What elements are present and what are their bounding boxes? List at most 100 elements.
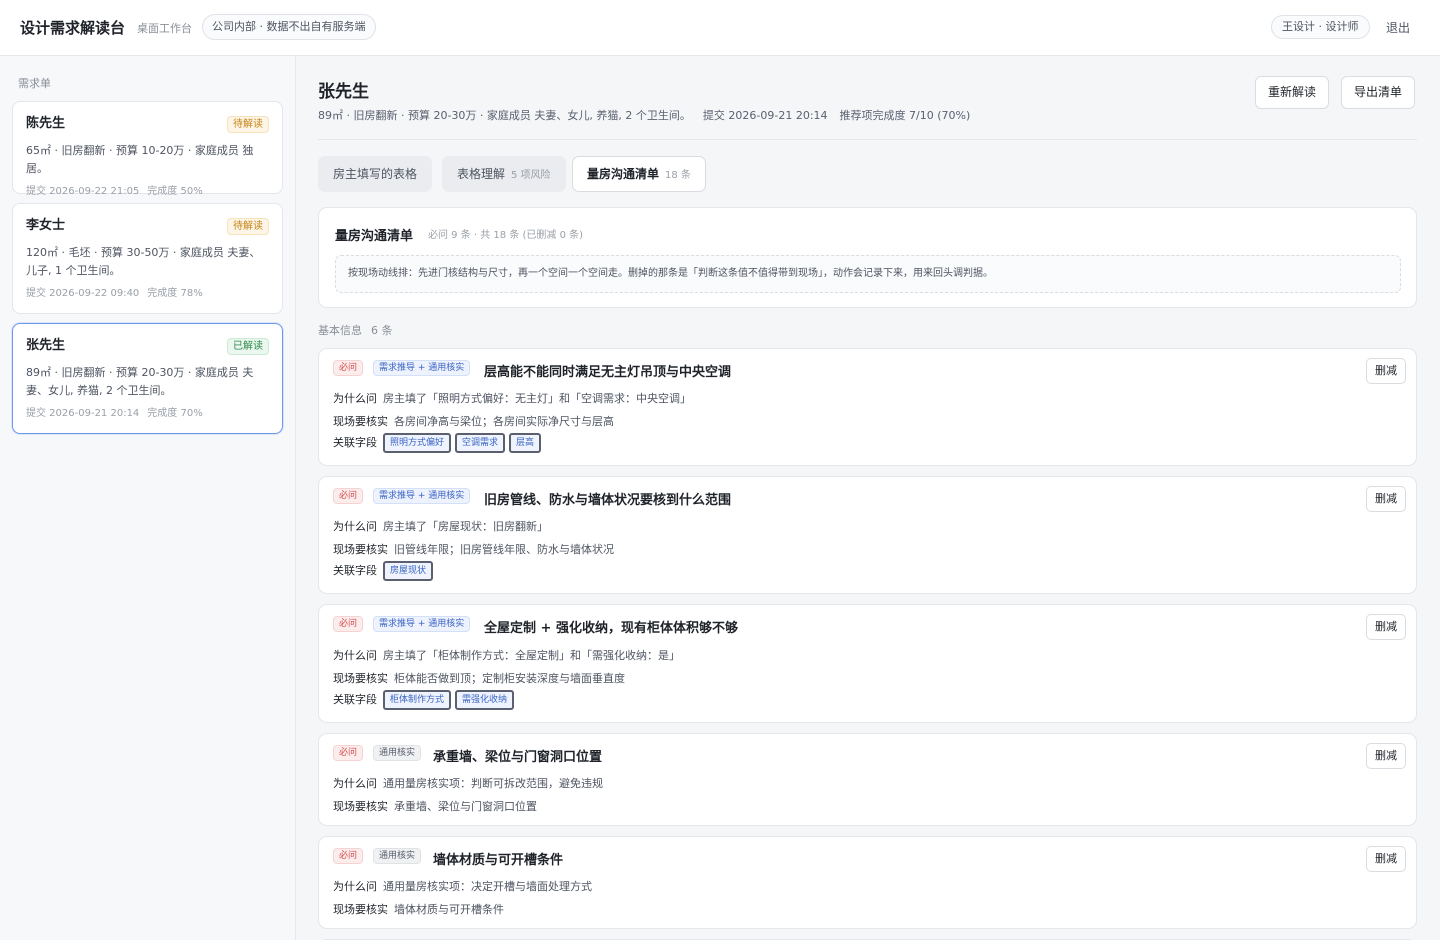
request-card-selected[interactable]: 张先生 已解读 89㎡ · 旧房翻新 · 预算 20-30万 · 家庭成员 夫妻… bbox=[12, 323, 283, 434]
source-badge: 需求推导 + 通用核实 bbox=[373, 488, 471, 504]
checklist-item: 必问 需求推导 + 通用核实 全屋定制 + 强化收纳，现有柜体体积够不够 删减 … bbox=[318, 604, 1417, 723]
verify-label: 现场要核实 bbox=[333, 543, 388, 556]
verify-label: 现场要核实 bbox=[333, 903, 388, 916]
item-verify: 现场要核实 柜体能否做到顶；定制柜安装深度与墙面垂直度 bbox=[333, 670, 625, 686]
verify-text: 各房间净高与梁位；各房间实际净尺寸与层高 bbox=[394, 415, 614, 428]
source-badge: 通用核实 bbox=[373, 848, 422, 864]
delete-button[interactable]: 删减 bbox=[1366, 358, 1406, 384]
divider bbox=[318, 139, 1417, 140]
why-label: 为什么问 bbox=[333, 520, 377, 533]
item-verify: 现场要核实 各房间净高与梁位；各房间实际净尺寸与层高 bbox=[333, 413, 614, 429]
export-button[interactable]: 导出清单 bbox=[1341, 76, 1416, 109]
item-fields: 关联字段 房屋现状 bbox=[333, 561, 437, 581]
checklist-summary: 量房沟通清单 必问 9 条 · 共 18 条 (已删减 0 条) 按现场动线排：… bbox=[318, 207, 1417, 308]
why-text: 通用量房核实项：决定开槽与墙面处理方式 bbox=[383, 880, 592, 893]
request-card-submitted: 提交 2026-09-22 21:05 bbox=[26, 186, 140, 197]
field-chip[interactable]: 层高 bbox=[509, 433, 542, 453]
verify-label: 现场要核实 bbox=[333, 415, 388, 428]
required-badge: 必问 bbox=[333, 616, 364, 632]
why-label: 为什么问 bbox=[333, 392, 377, 405]
item-verify: 现场要核实 承重墙、梁位与门窗洞口位置 bbox=[333, 798, 537, 814]
request-card-desc: 120㎡ · 毛坯 · 预算 30-50万 · 家庭成员 夫妻、儿子, 1 个卫… bbox=[26, 246, 261, 277]
request-card-meta: 提交 2026-09-21 20:14 完成度 70% bbox=[26, 404, 269, 419]
item-fields: 关联字段 照明方式偏好 空调需求 层高 bbox=[333, 433, 545, 453]
item-why: 为什么问 房主填了「柜体制作方式：全屋定制」和「需强化收纳：是」 bbox=[333, 647, 680, 663]
recommend-progress: 推荐项完成度 7/10 (70%) bbox=[839, 109, 971, 122]
logout-link[interactable]: 退出 bbox=[1386, 19, 1410, 36]
app-title: 设计需求解读台 bbox=[20, 19, 126, 37]
item-title: 层高能不能同时满足无主灯吊顶与中央空调 bbox=[484, 365, 732, 380]
why-text: 通用量房核实项：判断可拆改范围，避免违规 bbox=[383, 777, 603, 790]
required-badge: 必问 bbox=[333, 848, 364, 864]
why-text: 房主填了「房屋现状：旧房翻新」 bbox=[383, 520, 548, 533]
request-card-desc: 89㎡ · 旧房翻新 · 预算 20-30万 · 家庭成员 夫妻、女儿, 养猫,… bbox=[26, 366, 254, 397]
delete-button[interactable]: 删减 bbox=[1366, 743, 1406, 769]
request-card[interactable]: 李女士 待解读 120㎡ · 毛坯 · 预算 30-50万 · 家庭成员 夫妻、… bbox=[12, 203, 283, 314]
required-badge: 必问 bbox=[333, 488, 364, 504]
customer-info: 89㎡ · 旧房翻新 · 预算 20-30万 · 家庭成员 夫妻、女儿, 养猫,… bbox=[318, 107, 982, 123]
source-badge: 需求推导 + 通用核实 bbox=[373, 360, 471, 376]
item-verify: 现场要核实 墙体材质与可开槽条件 bbox=[333, 901, 504, 917]
tab-count: 18 条 bbox=[665, 170, 691, 181]
request-card[interactable]: 陈先生 待解读 65㎡ · 旧房翻新 · 预算 10-20万 · 家庭成员 独居… bbox=[12, 101, 283, 197]
sidebar-title: 需求单 bbox=[18, 77, 51, 90]
request-card-submitted: 提交 2026-09-21 20:14 bbox=[26, 408, 140, 419]
request-card-completion: 完成度 70% bbox=[147, 408, 203, 419]
item-verify: 现场要核实 旧管线年限；旧房管线年限、防水与墙体状况 bbox=[333, 541, 614, 557]
field-chip[interactable]: 柜体制作方式 bbox=[383, 690, 452, 710]
submitted-time: 提交 2026-09-21 20:14 bbox=[702, 109, 828, 122]
delete-button[interactable]: 删减 bbox=[1366, 486, 1406, 512]
checklist-item: 必问 需求推导 + 通用核实 旧房管线、防水与墙体状况要核到什么范围 删减 为什… bbox=[318, 476, 1417, 594]
verify-label: 现场要核实 bbox=[333, 800, 388, 813]
request-card-completion: 完成度 78% bbox=[147, 288, 203, 299]
tab-label: 房主填写的表格 bbox=[333, 167, 418, 181]
status-badge: 待解读 bbox=[227, 116, 269, 133]
reanalyze-button[interactable]: 重新解读 bbox=[1255, 76, 1330, 109]
request-card-desc: 65㎡ · 旧房翻新 · 预算 10-20万 · 家庭成员 独居。 bbox=[26, 144, 254, 175]
tab-count: 5 项风险 bbox=[511, 170, 551, 181]
why-label: 为什么问 bbox=[333, 649, 377, 662]
field-chip[interactable]: 需强化收纳 bbox=[455, 690, 515, 710]
section-header: 基本信息 6 条 bbox=[318, 322, 393, 338]
tab-label: 量房沟通清单 bbox=[587, 167, 660, 181]
checklist-item: 必问 通用核实 墙体材质与可开槽条件 删减 为什么问 通用量房核实项：决定开槽与墙… bbox=[318, 836, 1417, 929]
status-badge: 待解读 bbox=[227, 218, 269, 235]
item-why: 为什么问 房主填了「房屋现状：旧房翻新」 bbox=[333, 518, 548, 534]
tab-label: 表格理解 bbox=[457, 167, 506, 181]
item-title: 承重墙、梁位与门窗洞口位置 bbox=[433, 750, 603, 765]
fields-label: 关联字段 bbox=[333, 436, 377, 449]
required-badge: 必问 bbox=[333, 360, 364, 376]
request-card-completion: 完成度 50% bbox=[147, 186, 203, 197]
request-card-submitted: 提交 2026-09-22 09:40 bbox=[26, 288, 140, 299]
section-count: 6 条 bbox=[371, 324, 393, 337]
field-chip[interactable]: 空调需求 bbox=[455, 433, 506, 453]
fields-label: 关联字段 bbox=[333, 564, 377, 577]
why-label: 为什么问 bbox=[333, 880, 377, 893]
field-chip[interactable]: 房屋现状 bbox=[383, 561, 434, 581]
why-text: 房主填了「照明方式偏好：无主灯」和「空调需求：中央空调」 bbox=[383, 392, 691, 405]
tab-understanding[interactable]: 表格理解 5 项风险 bbox=[442, 156, 566, 192]
customer-summary: 89㎡ · 旧房翻新 · 预算 20-30万 · 家庭成员 夫妻、女儿, 养猫,… bbox=[318, 109, 691, 122]
delete-button[interactable]: 删减 bbox=[1366, 614, 1406, 640]
main-panel: 张先生 89㎡ · 旧房翻新 · 预算 20-30万 · 家庭成员 夫妻、女儿,… bbox=[296, 56, 1440, 940]
source-badge: 需求推导 + 通用核实 bbox=[373, 616, 471, 632]
user-badge[interactable]: 王设计 · 设计师 bbox=[1271, 15, 1370, 39]
verify-label: 现场要核实 bbox=[333, 672, 388, 685]
item-title: 全屋定制 + 强化收纳，现有柜体体积够不够 bbox=[484, 621, 738, 636]
source-badge: 通用核实 bbox=[373, 745, 422, 761]
field-chip[interactable]: 照明方式偏好 bbox=[383, 433, 452, 453]
env-badge: 公司内部 · 数据不出自有服务端 bbox=[202, 14, 376, 40]
request-card-meta: 提交 2026-09-22 09:40 完成度 78% bbox=[26, 284, 269, 299]
verify-text: 柜体能否做到顶；定制柜安装深度与墙面垂直度 bbox=[394, 672, 625, 685]
summary-note: 按现场动线排：先进门核结构与尺寸，再一个空间一个空间走。删掉的那条是「判断这条值… bbox=[335, 255, 1401, 293]
verify-text: 承重墙、梁位与门窗洞口位置 bbox=[394, 800, 537, 813]
why-label: 为什么问 bbox=[333, 777, 377, 790]
delete-button[interactable]: 删减 bbox=[1366, 846, 1406, 872]
status-badge: 已解读 bbox=[227, 338, 269, 355]
item-title: 旧房管线、防水与墙体状况要核到什么范围 bbox=[484, 493, 732, 508]
tab-checklist[interactable]: 量房沟通清单 18 条 bbox=[572, 156, 706, 192]
summary-meta: 必问 9 条 · 共 18 条 (已删减 0 条) bbox=[428, 230, 584, 241]
item-why: 为什么问 房主填了「照明方式偏好：无主灯」和「空调需求：中央空调」 bbox=[333, 390, 691, 406]
sidebar: 需求单 陈先生 待解读 65㎡ · 旧房翻新 · 预算 10-20万 · 家庭成… bbox=[0, 56, 296, 940]
tab-form[interactable]: 房主填写的表格 bbox=[318, 156, 433, 192]
